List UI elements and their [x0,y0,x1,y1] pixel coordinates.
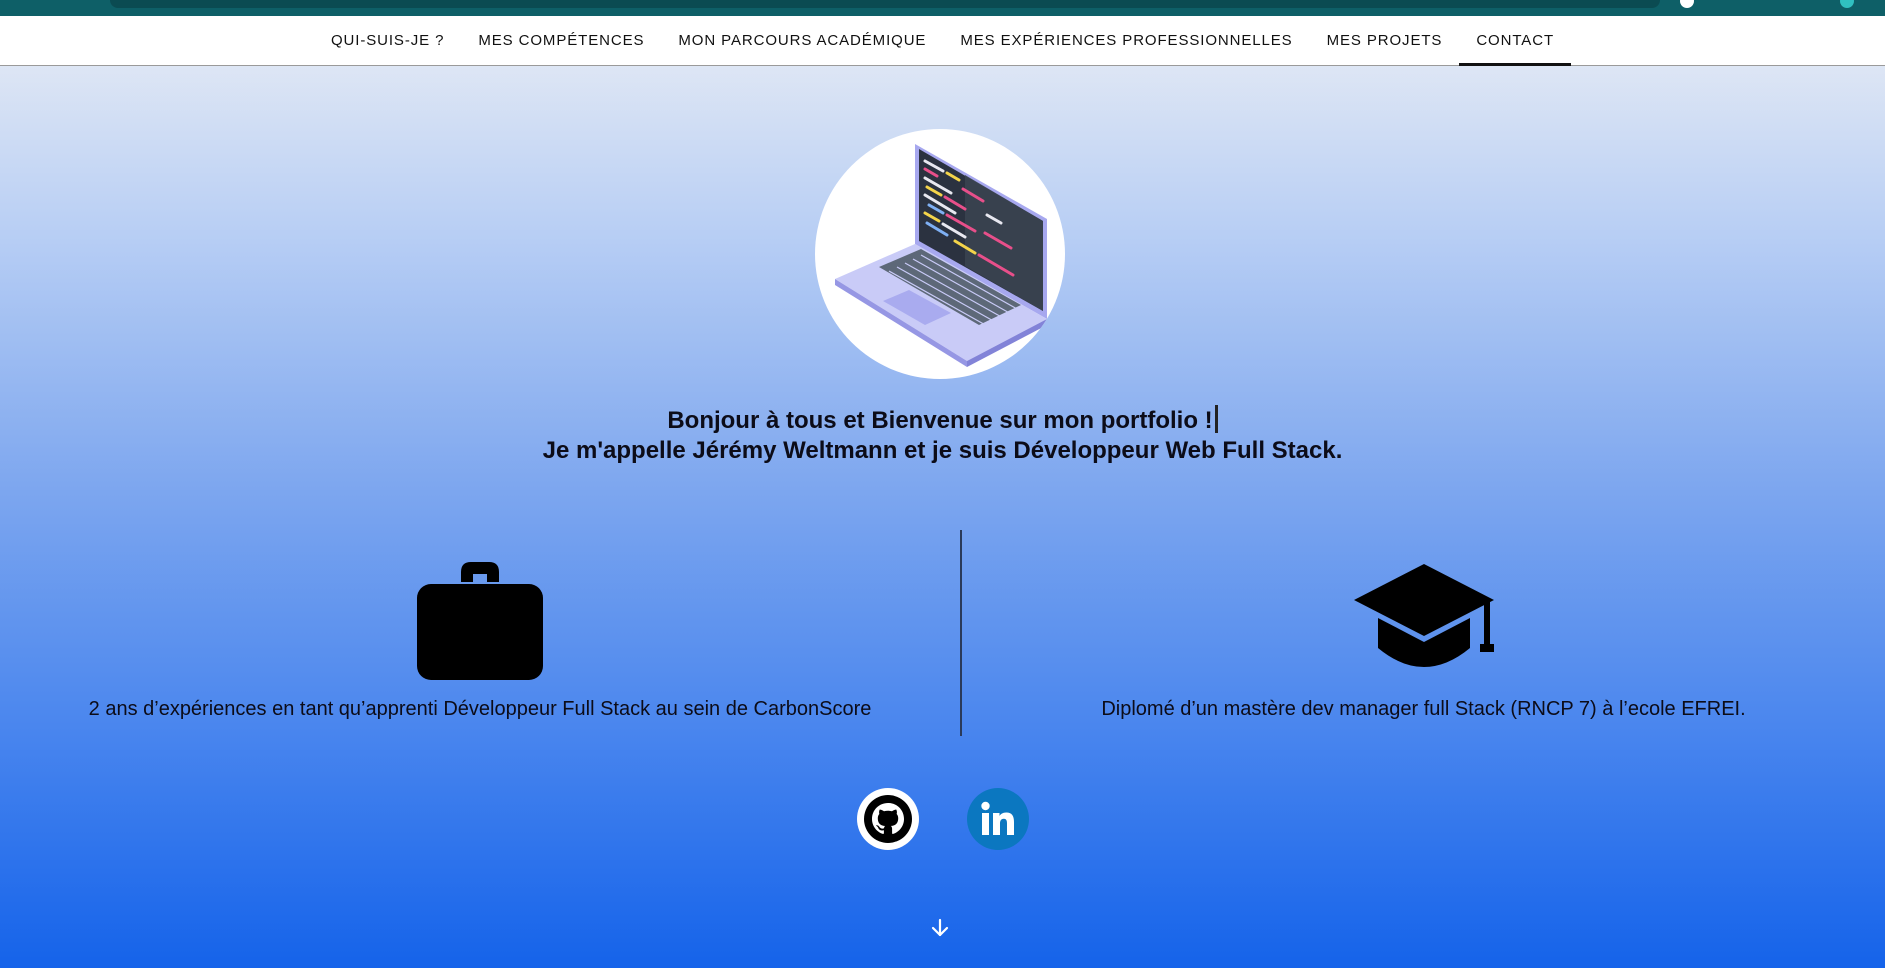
nav-projets[interactable]: MES PROJETS [1310,16,1460,65]
browser-extension-icon[interactable] [1840,0,1854,8]
laptop-code-illustration [835,144,1047,367]
linkedin-link[interactable] [966,788,1029,850]
scroll-down-button[interactable] [928,916,952,940]
hero-greeting-line2: Je m'appelle Jérémy Weltmann et je suis … [542,437,1343,464]
education-text: Diplomé d’un mastère dev manager full St… [1101,698,1746,720]
browser-profile-icon[interactable] [1680,0,1694,8]
experience-highlight: 2 ans d’expériences en tant qu’apprenti … [0,550,960,721]
browser-address-bar[interactable] [110,0,1660,8]
arrow-down-icon [931,918,949,937]
briefcase-icon [417,562,543,680]
github-link[interactable] [856,788,919,850]
nav-experiences[interactable]: MES EXPÉRIENCES PROFESSIONNELLES [943,16,1309,65]
nav-parcours[interactable]: MON PARCOURS ACADÉMIQUE [661,16,943,65]
browser-top-bar [0,0,1885,16]
nav-contact[interactable]: CONTACT [1459,16,1571,66]
typing-cursor [1214,405,1218,433]
hero-avatar [815,129,1065,379]
social-links [0,788,1885,850]
nav-qui-suis-je[interactable]: QUI-SUIS-JE ? [314,16,461,65]
linkedin-icon [980,801,1014,835]
experience-text: 2 ans d’expériences en tant qu’apprenti … [88,698,872,720]
main-navbar: QUI-SUIS-JE ? MES COMPÉTENCES MON PARCOU… [0,16,1885,66]
nav-competences[interactable]: MES COMPÉTENCES [461,16,661,65]
graduation-cap-icon [1353,564,1494,667]
education-highlight: Diplomé d’un mastère dev manager full St… [962,550,1885,721]
hero-greeting-line1: Bonjour à tous et Bienvenue sur mon port… [0,405,1885,435]
github-icon [863,795,912,843]
